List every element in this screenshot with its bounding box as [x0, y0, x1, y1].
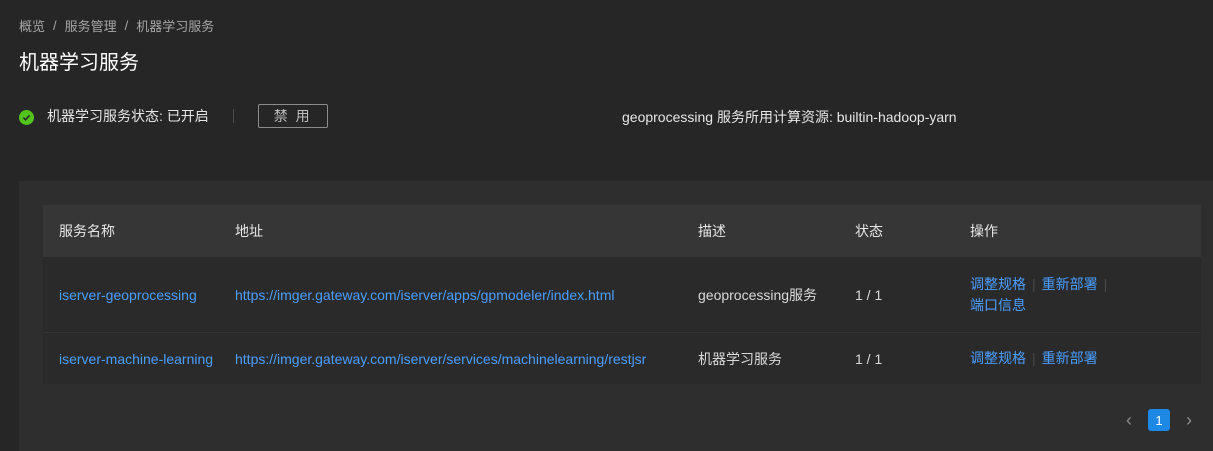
breadcrumb-separator: / — [53, 18, 57, 33]
chevron-left-icon[interactable]: ‹ — [1119, 410, 1139, 431]
service-address-link[interactable]: https://imger.gateway.com/iserver/servic… — [235, 351, 646, 367]
page-title: 机器学习服务 — [19, 52, 139, 74]
service-address-link[interactable]: https://imger.gateway.com/iserver/apps/g… — [235, 287, 614, 303]
service-name-link[interactable]: iserver-geoprocessing — [59, 287, 197, 303]
port-info-link[interactable]: 端口信息 — [970, 297, 1026, 313]
breadcrumb-separator: / — [124, 18, 129, 33]
chevron-right-icon[interactable]: › — [1179, 410, 1199, 431]
divider — [232, 109, 234, 123]
disable-button[interactable]: 禁 用 — [257, 104, 328, 128]
service-description: 机器学习服务 — [698, 350, 782, 367]
column-header-address: 地址 — [235, 223, 263, 239]
service-description: geoprocessing服务 — [698, 286, 818, 303]
breadcrumb: 概览 / 服务管理 / 机器学习服务 — [19, 16, 214, 35]
action-separator: | — [1032, 350, 1036, 366]
service-status-bar: 机器学习服务状态: 已开启 禁 用 — [19, 104, 328, 128]
breadcrumb-item-service-management[interactable]: 服务管理 — [65, 16, 117, 35]
row-actions: 调整规格 | 重新部署 | 端口信息 — [970, 274, 1201, 316]
column-header-name: 服务名称 — [59, 223, 115, 239]
service-status: 1 / 1 — [855, 350, 883, 367]
service-status-text: 机器学习服务状态: 已开启 — [47, 108, 209, 124]
service-name-link[interactable]: iserver-machine-learning — [59, 351, 213, 367]
services-table: 服务名称 地址 描述 状态 操作 iserver-geoprocessing h… — [43, 205, 1201, 384]
redeploy-link[interactable]: 重新部署 — [1042, 276, 1098, 292]
action-separator: | — [1103, 275, 1108, 292]
table-row: iserver-geoprocessing https://imger.gate… — [43, 257, 1201, 333]
adjust-spec-link[interactable]: 调整规格 — [970, 350, 1026, 366]
service-status: 1 / 1 — [855, 286, 883, 303]
redeploy-link[interactable]: 重新部署 — [1042, 350, 1098, 366]
services-card: 服务名称 地址 描述 状态 操作 iserver-geoprocessing h… — [19, 181, 1213, 451]
table-header: 服务名称 地址 描述 状态 操作 — [43, 205, 1201, 257]
compute-resource-info: geoprocessing 服务所用计算资源: builtin-hadoop-y… — [622, 109, 957, 125]
breadcrumb-item-current: 机器学习服务 — [136, 19, 215, 34]
pagination: ‹ 1 › — [1119, 409, 1199, 431]
action-separator: | — [1032, 275, 1036, 292]
check-circle-icon — [19, 109, 34, 125]
adjust-spec-link[interactable]: 调整规格 — [970, 276, 1026, 292]
column-header-status: 状态 — [855, 223, 883, 239]
row-actions: 调整规格 | 重新部署 — [970, 348, 1201, 369]
column-header-actions: 操作 — [970, 223, 998, 239]
page-number-current[interactable]: 1 — [1148, 409, 1170, 431]
table-row: iserver-machine-learning https://imger.g… — [43, 333, 1201, 384]
column-header-description: 描述 — [698, 223, 726, 239]
breadcrumb-item-overview[interactable]: 概览 — [19, 16, 45, 35]
